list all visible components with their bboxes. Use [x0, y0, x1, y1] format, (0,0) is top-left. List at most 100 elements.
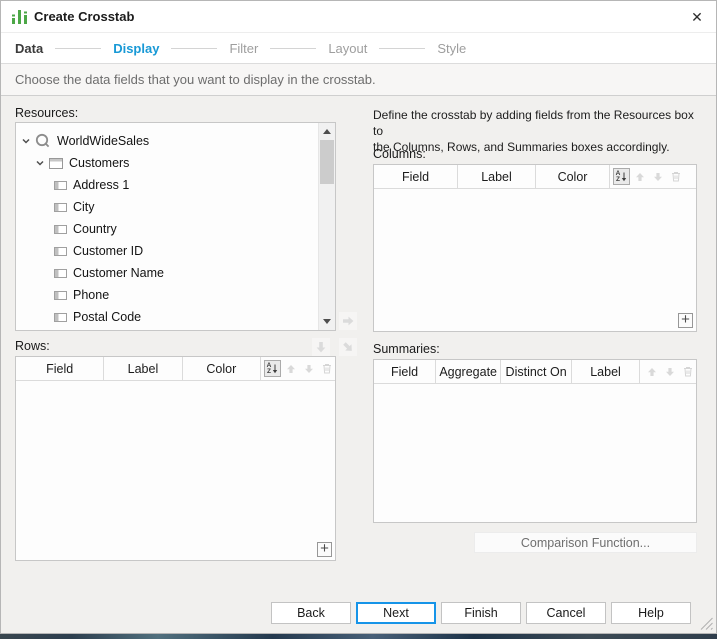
columns-table-header: Field Label Color AZ [374, 165, 696, 189]
tree-item-label: Address 1 [73, 178, 129, 192]
step-connector [171, 48, 217, 49]
step-description: Choose the data fields that you want to … [1, 63, 716, 96]
field-icon [54, 247, 67, 256]
column-header-field: Field [374, 360, 436, 383]
move-up-button[interactable] [282, 360, 299, 377]
move-down-button[interactable] [649, 168, 666, 185]
summaries-header-toolbar [643, 360, 696, 383]
tree-item-customer-id[interactable]: Customer ID [16, 240, 318, 262]
finish-button[interactable]: Finish [441, 602, 521, 624]
tree-scrollbar[interactable] [318, 123, 335, 330]
back-button[interactable]: Back [271, 602, 351, 624]
scrollbar-thumb[interactable] [320, 140, 334, 184]
summaries-label: Summaries: [373, 342, 440, 356]
summaries-table-header: Field Aggregate Distinct On Label [374, 360, 696, 384]
chevron-down-icon[interactable] [21, 136, 31, 146]
help-button[interactable]: Help [611, 602, 691, 624]
column-header-field: Field [16, 357, 104, 380]
cancel-button[interactable]: Cancel [526, 602, 606, 624]
tree-item-label: Country [73, 222, 117, 236]
move-up-button[interactable] [643, 363, 660, 380]
step-connector [270, 48, 316, 49]
screen: Create Crosstab ✕ Data Display Filter La… [0, 0, 717, 639]
close-icon[interactable]: ✕ [686, 6, 708, 28]
tree-item-phone[interactable]: Phone [16, 284, 318, 306]
add-to-summaries-button[interactable] [339, 338, 357, 356]
tree-item-postal-code[interactable]: Postal Code [16, 306, 318, 328]
background-window-edge [0, 634, 717, 639]
scroll-down-icon[interactable] [319, 313, 335, 330]
move-down-button[interactable] [661, 363, 678, 380]
tree-item-customer-name[interactable]: Customer Name [16, 262, 318, 284]
delete-icon[interactable] [679, 363, 696, 380]
crosstab-app-icon [11, 9, 28, 25]
field-icon [54, 291, 67, 300]
tree-item-address-1[interactable]: Address 1 [16, 174, 318, 196]
move-down-button[interactable] [300, 360, 317, 377]
tree-item-label: WorldWideSales [57, 134, 149, 148]
column-header-color: Color [183, 357, 261, 380]
dialog-title: Create Crosstab [34, 1, 134, 33]
step-display[interactable]: Display [113, 41, 159, 56]
field-icon [54, 203, 67, 212]
delete-icon[interactable] [667, 168, 684, 185]
wizard-steps: Data Display Filter Layout Style [1, 33, 716, 63]
tree-item-label: Customers [69, 156, 129, 170]
tree-item-customers[interactable]: Customers [16, 152, 318, 174]
summaries-table: Field Aggregate Distinct On Label [373, 359, 697, 523]
step-filter[interactable]: Filter [229, 41, 258, 56]
step-connector [379, 48, 425, 49]
chevron-down-icon[interactable] [35, 158, 45, 168]
tree-item-country[interactable]: Country [16, 218, 318, 240]
comparison-function-button[interactable]: Comparison Function... [474, 532, 697, 553]
column-header-label: Label [458, 165, 536, 188]
add-to-rows-button[interactable] [312, 338, 330, 356]
rows-table: Field Label Color AZ + [15, 356, 336, 561]
column-header-aggregate: Aggregate [436, 360, 501, 383]
sort-az-button[interactable]: AZ [613, 168, 630, 185]
create-crosstab-dialog: Create Crosstab ✕ Data Display Filter La… [0, 0, 717, 634]
title-bar: Create Crosstab ✕ [1, 1, 716, 33]
tree-item-city[interactable]: City [16, 196, 318, 218]
tree-item-label: City [73, 200, 95, 214]
column-header-distinct-on: Distinct On [501, 360, 572, 383]
resources-label: Resources: [15, 106, 78, 120]
field-icon [54, 269, 67, 278]
tree-rows: WorldWideSales Customers Address 1 City [16, 123, 318, 330]
move-up-button[interactable] [631, 168, 648, 185]
tree-item-label: Customer ID [73, 244, 143, 258]
query-icon [35, 133, 51, 149]
delete-icon[interactable] [318, 360, 335, 377]
tree-item-label: Customer Name [73, 266, 164, 280]
column-header-label: Label [104, 357, 182, 380]
resources-tree: WorldWideSales Customers Address 1 City [15, 122, 336, 331]
column-header-label: Label [572, 360, 640, 383]
add-row-field-button[interactable]: + [317, 542, 332, 557]
rows-label: Rows: [15, 339, 50, 353]
field-icon [54, 313, 67, 322]
tree-item-worldwidesales[interactable]: WorldWideSales [16, 130, 318, 152]
rows-header-toolbar: AZ [264, 357, 335, 380]
step-style[interactable]: Style [437, 41, 466, 56]
sort-az-button[interactable]: AZ [264, 360, 281, 377]
step-connector [55, 48, 101, 49]
next-button[interactable]: Next [356, 602, 436, 624]
columns-table: Field Label Color AZ + [373, 164, 697, 332]
columns-header-toolbar: AZ [613, 165, 684, 188]
step-data[interactable]: Data [15, 41, 43, 56]
field-icon [54, 225, 67, 234]
rows-table-header: Field Label Color AZ [16, 357, 335, 381]
columns-label: Columns: [373, 147, 426, 161]
tree-item-label: Postal Code [73, 310, 141, 324]
column-header-color: Color [536, 165, 610, 188]
add-to-columns-button[interactable] [339, 312, 357, 330]
instruction-line1: Define the crosstab by adding fields fro… [373, 107, 707, 139]
field-icon [54, 181, 67, 190]
resize-grip[interactable] [700, 617, 713, 630]
column-header-field: Field [374, 165, 458, 188]
scroll-up-icon[interactable] [319, 123, 335, 140]
add-column-field-button[interactable]: + [678, 313, 693, 328]
step-layout[interactable]: Layout [328, 41, 367, 56]
tree-item-label: Phone [73, 288, 109, 302]
table-icon [49, 158, 63, 169]
